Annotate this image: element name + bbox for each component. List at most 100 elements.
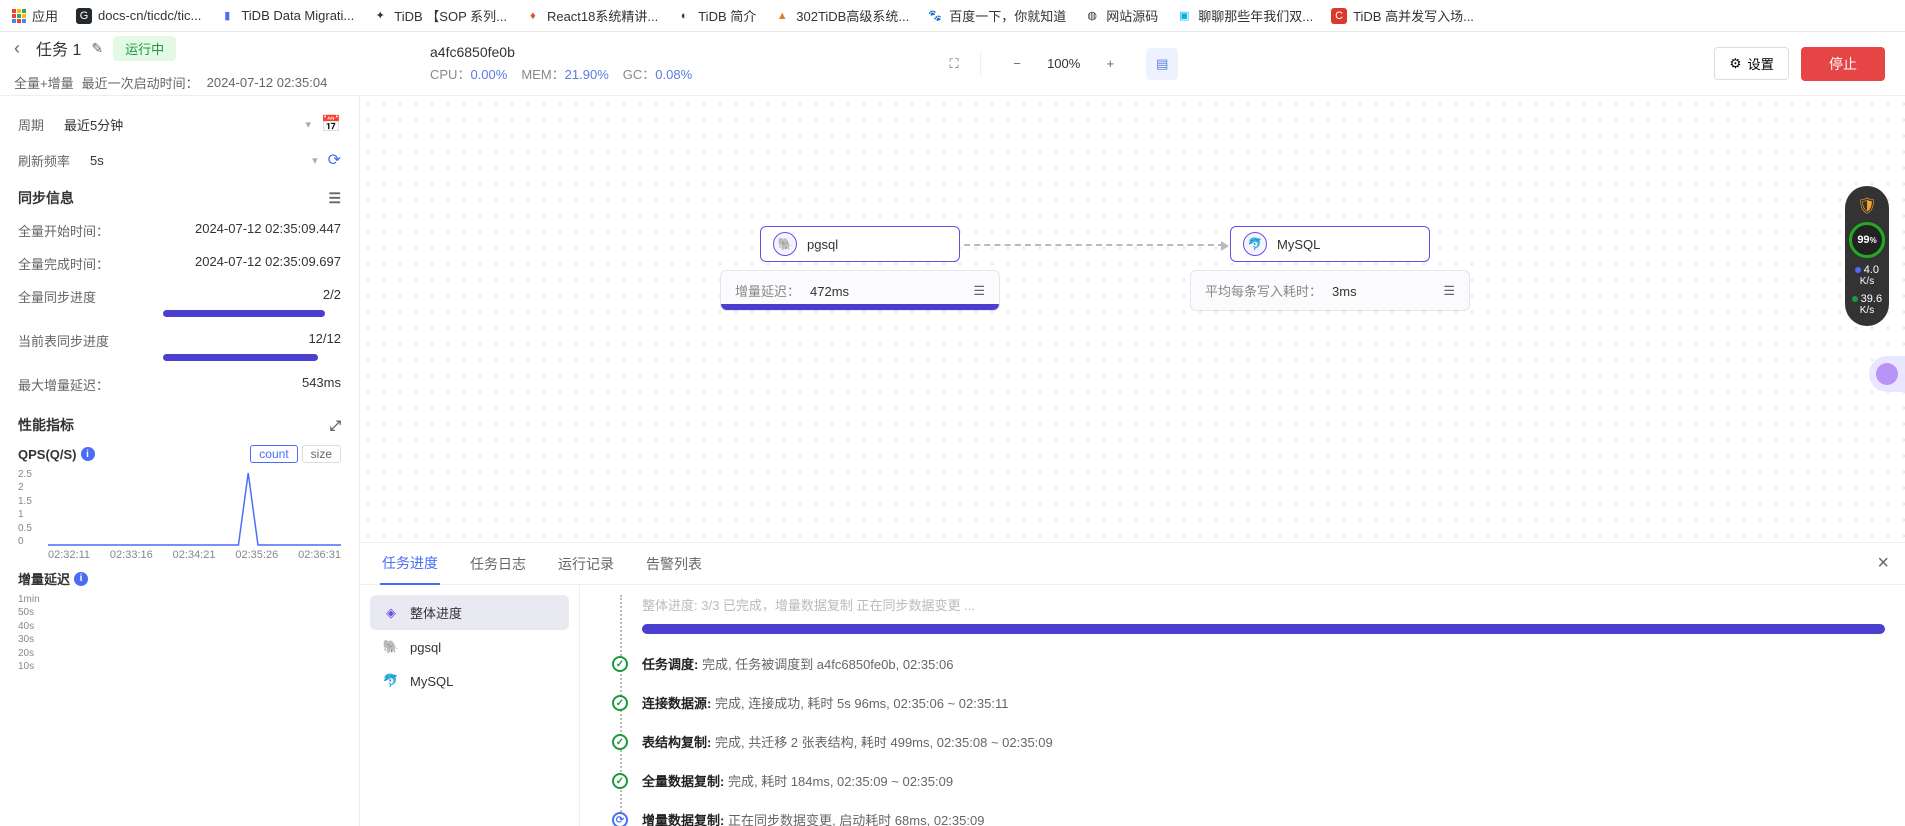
favicon-icon: 🐾 xyxy=(927,8,943,24)
zoom-level: 100% xyxy=(1047,56,1080,71)
tab-history[interactable]: 运行记录 xyxy=(556,544,616,584)
assistant-bubble[interactable] xyxy=(1869,356,1905,392)
list-icon[interactable]: ☰ xyxy=(328,190,341,207)
side-mysql[interactable]: 🐬MySQL xyxy=(370,664,569,698)
bottom-main: 整体进度: 3/3 已完成，增量数据复制 正在同步数据变更 ... 任务调度: … xyxy=(580,585,1905,826)
apps-label: 应用 xyxy=(32,6,58,25)
bottom-panel: 任务进度 任务日志 运行记录 告警列表 × ◈整体进度 🐘pgsql 🐬MySQ… xyxy=(360,542,1905,826)
bottom-body: ◈整体进度 🐘pgsql 🐬MySQL 整体进度: 3/3 已完成，增量数据复制… xyxy=(360,585,1905,826)
metrics-row: CPU：0.00% MEM：21.90% GC：0.08% xyxy=(430,64,938,83)
doc-icon[interactable]: ▤ xyxy=(1146,48,1178,80)
bookmark-item[interactable]: CTiDB 高并发写入场... xyxy=(1331,6,1474,25)
count-tab[interactable]: count xyxy=(250,445,297,463)
current-table-progress: 当前表同步进度12/12 xyxy=(18,324,341,368)
fit-screen-icon[interactable]: ⛶ xyxy=(938,48,970,80)
apps-launcher[interactable]: 应用 xyxy=(12,6,58,25)
bookmark-item[interactable]: ◍网站源码 xyxy=(1084,6,1158,25)
list-icon[interactable]: ☰ xyxy=(973,283,985,299)
timeline-item: 表结构复制: 完成, 共迁移 2 张表结构, 耗时 499ms, 02:35:0… xyxy=(642,722,1885,761)
side-overall[interactable]: ◈整体进度 xyxy=(370,595,569,630)
lag-header: 增量延迟i xyxy=(18,559,341,588)
favicon-icon: ▮ xyxy=(219,8,235,24)
pct-ring: 99% xyxy=(1849,222,1885,258)
source-label: pgsql xyxy=(807,237,838,252)
info-icon[interactable]: i xyxy=(74,572,88,586)
chevron-down-icon[interactable]: ▾ xyxy=(312,154,318,167)
zoom-out-button[interactable]: − xyxy=(1001,48,1033,80)
favicon-icon: C xyxy=(1331,8,1347,24)
pgsql-icon: 🐘 xyxy=(773,232,797,256)
favicon-icon: ▣ xyxy=(1176,8,1192,24)
bookmark-item[interactable]: ▣聊聊那些年我们双... xyxy=(1176,6,1313,25)
bottom-tabs: 任务进度 任务日志 运行记录 告警列表 × xyxy=(360,543,1905,585)
source-metric-card: 增量延迟：472ms ☰ xyxy=(720,270,1000,311)
body: 周期 最近5分钟 ▾ 📅 刷新频率 5s ▾ ⟳ 同步信息 ☰ 全量开始时间：2… xyxy=(0,96,1905,826)
reload-icon[interactable]: ⟳ xyxy=(328,150,341,170)
gear-icon: ⚙ xyxy=(1729,56,1741,72)
avatar-icon xyxy=(1876,363,1898,385)
check-icon xyxy=(612,695,628,711)
pgsql-icon: 🐘 xyxy=(382,638,400,656)
favicon-icon: ✦ xyxy=(372,8,388,24)
timeline-item: 全量数据复制: 完成, 耗时 184ms, 02:35:09 ~ 02:35:0… xyxy=(642,761,1885,800)
mysql-icon: 🐬 xyxy=(382,672,400,690)
status-badge: 运行中 xyxy=(113,36,176,61)
tab-log[interactable]: 任务日志 xyxy=(468,544,528,584)
timeline-item: 任务调度: 完成, 任务被调度到 a4fc6850fe0b, 02:35:06 xyxy=(642,644,1885,683)
timeline-item: 连接数据源: 完成, 连接成功, 耗时 5s 96ms, 02:35:06 ~ … xyxy=(642,683,1885,722)
favicon-icon: ◍ xyxy=(1084,8,1100,24)
calendar-icon[interactable]: 📅 xyxy=(321,114,341,134)
close-icon[interactable]: × xyxy=(1877,552,1889,575)
loading-icon xyxy=(612,812,628,826)
bookmark-item[interactable]: ▮TiDB Data Migrati... xyxy=(219,8,354,24)
target-node[interactable]: 🐬 MySQL xyxy=(1230,226,1430,262)
mode-label: 全量+增量 xyxy=(14,73,74,92)
timeline: 整体进度: 3/3 已完成，增量数据复制 正在同步数据变更 ... 任务调度: … xyxy=(620,595,1885,826)
bottom-side-nav: ◈整体进度 🐘pgsql 🐬MySQL xyxy=(360,585,580,826)
check-icon xyxy=(612,773,628,789)
perf-title: 性能指标 ⤢ xyxy=(18,401,341,435)
bookmark-item[interactable]: 🐾百度一下，你就知道 xyxy=(927,6,1066,25)
last-start-label: 最近一次启动时间： xyxy=(82,73,199,92)
stop-button[interactable]: 停止 xyxy=(1801,47,1885,81)
header-left: ‹ 任务 1 ✎ 运行中 全量+增量 最近一次启动时间： 2024-07-12 … xyxy=(0,32,410,96)
bookmark-item[interactable]: ▲302TiDB高级系统... xyxy=(774,6,909,25)
target-metric-card: 平均每条写入耗时：3ms ☰ xyxy=(1190,270,1470,311)
zoom-in-button[interactable]: + xyxy=(1094,48,1126,80)
last-start-value: 2024-07-12 02:35:04 xyxy=(207,75,328,90)
bookmark-item[interactable]: Gdocs-cn/ticdc/tic... xyxy=(76,8,201,24)
expand-icon[interactable]: ⤢ xyxy=(330,417,341,434)
shield-icon: 🛡 xyxy=(1857,196,1877,216)
qps-chart: 2.521.510.50 02:32:1102:33:1602:34:2102:… xyxy=(18,469,341,559)
side-pgsql[interactable]: 🐘pgsql xyxy=(370,630,569,664)
settings-button[interactable]: ⚙设置 xyxy=(1714,47,1789,80)
tab-progress[interactable]: 任务进度 xyxy=(380,543,440,585)
back-button[interactable]: ‹ xyxy=(14,38,26,59)
chevron-down-icon[interactable]: ▾ xyxy=(306,118,312,131)
header-tools: ⛶ − 100% + ▤ xyxy=(938,48,1186,80)
favicon-icon: ▲ xyxy=(774,8,790,24)
bookmark-item[interactable]: ✦TiDB 【SOP 系列... xyxy=(372,6,507,25)
bookmark-item[interactable]: ♦React18系统精讲... xyxy=(525,6,658,25)
source-node[interactable]: 🐘 pgsql xyxy=(760,226,960,262)
bookmarks-bar: 应用 Gdocs-cn/ticdc/tic... ▮TiDB Data Migr… xyxy=(0,0,1905,32)
refresh-select[interactable]: 5s xyxy=(90,153,312,168)
zoom-control: − 100% + xyxy=(991,48,1136,80)
list-icon[interactable]: ☰ xyxy=(1443,283,1455,299)
overall-progress-bar xyxy=(642,624,1885,634)
qps-header: QPS(Q/S)i count size xyxy=(18,435,341,463)
period-select[interactable]: 最近5分钟 xyxy=(64,115,306,134)
float-stats-widget[interactable]: 🛡 99% 4.0K/s 39.6K/s xyxy=(1845,186,1889,326)
graph-canvas[interactable]: 🐘 pgsql 增量延迟：472ms ☰ 🐬 MySQL 平均每条写入耗时：3m… xyxy=(360,96,1905,542)
header-center: a4fc6850fe0b CPU：0.00% MEM：21.90% GC：0.0… xyxy=(410,44,938,83)
refresh-label: 刷新频率 xyxy=(18,151,70,170)
refresh-row: 刷新频率 5s ▾ ⟳ xyxy=(18,142,341,178)
check-icon xyxy=(612,734,628,750)
info-icon[interactable]: i xyxy=(81,447,95,461)
size-tab[interactable]: size xyxy=(302,445,341,463)
favicon-icon: ◐ xyxy=(676,8,692,24)
apps-icon xyxy=(12,9,26,23)
bookmark-item[interactable]: ◐TiDB 简介 xyxy=(676,6,756,25)
tab-alarms[interactable]: 告警列表 xyxy=(644,544,704,584)
edit-icon[interactable]: ✎ xyxy=(91,40,103,57)
